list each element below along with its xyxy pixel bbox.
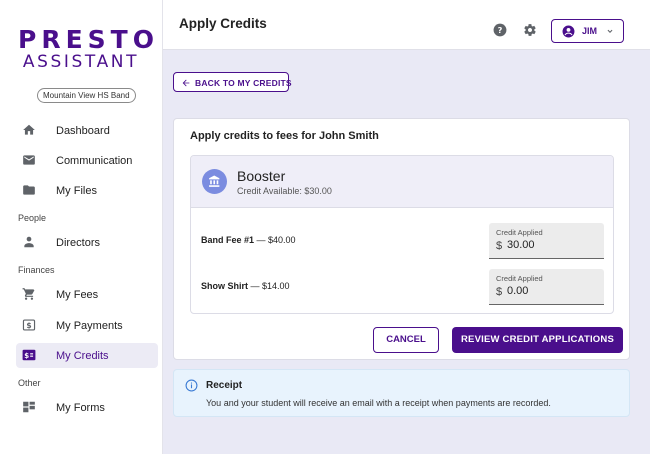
sidebar-item-dashboard[interactable]: Dashboard bbox=[16, 118, 158, 143]
fee-row: Band Fee #1 — $40.00 Credit Applied $ 30… bbox=[191, 223, 613, 263]
user-menu-button[interactable]: JIM bbox=[551, 19, 624, 43]
gear-icon[interactable] bbox=[523, 23, 537, 37]
credit-source-panel: Booster Credit Available: $30.00 Band Fe… bbox=[190, 155, 614, 314]
chevron-down-icon bbox=[607, 29, 613, 33]
bank-avatar bbox=[202, 169, 227, 194]
section-label-finances: Finances bbox=[18, 265, 55, 275]
sidebar-item-my-forms[interactable]: My Forms bbox=[16, 395, 158, 420]
credit-icon: $ bbox=[22, 349, 36, 361]
sidebar-item-my-payments[interactable]: $ My Payments bbox=[16, 313, 158, 338]
forms-icon bbox=[23, 401, 35, 413]
fee-name: Band Fee #1 bbox=[201, 235, 255, 245]
user-name: JIM bbox=[582, 26, 598, 36]
sidebar-item-my-fees[interactable]: My Fees bbox=[16, 282, 158, 307]
field-label: Credit Applied bbox=[496, 228, 543, 237]
credit-source-name: Booster bbox=[237, 168, 286, 184]
folder-icon bbox=[23, 185, 35, 195]
credit-applied-field[interactable]: Credit Applied $ 30.00 bbox=[489, 223, 604, 259]
dollar-box-icon: $ bbox=[22, 319, 36, 331]
fee-row: Show Shirt — $14.00 Credit Applied $ 0.0… bbox=[191, 269, 613, 309]
info-icon bbox=[185, 379, 198, 392]
section-label-other: Other bbox=[18, 378, 41, 388]
sidebar-item-label: Directors bbox=[56, 236, 101, 249]
logo-bottom: ASSISTANT bbox=[22, 52, 140, 72]
receipt-notice: Receipt You and your student will receiv… bbox=[173, 369, 630, 417]
fee-amount: — $14.00 bbox=[248, 281, 290, 291]
receipt-title: Receipt bbox=[206, 380, 243, 391]
fee-label: Show Shirt — $14.00 bbox=[201, 281, 290, 291]
credit-source-header: Booster Credit Available: $30.00 bbox=[191, 156, 613, 208]
fee-label: Band Fee #1 — $40.00 bbox=[201, 235, 296, 245]
sidebar-item-label: My Forms bbox=[56, 401, 105, 414]
org-chip[interactable]: Mountain View HS Band bbox=[37, 88, 136, 103]
svg-text:$: $ bbox=[24, 352, 29, 360]
bank-icon bbox=[209, 175, 220, 187]
back-button-label: BACK TO MY CREDITS bbox=[195, 78, 292, 88]
sidebar-item-communication[interactable]: Communication bbox=[16, 148, 158, 173]
arrow-left-icon bbox=[182, 79, 190, 87]
sidebar-item-label: My Fees bbox=[56, 288, 99, 301]
sidebar-item-label: Communication bbox=[56, 154, 133, 167]
fee-amount: — $40.00 bbox=[254, 235, 296, 245]
cancel-button[interactable]: CANCEL bbox=[373, 327, 439, 353]
card-title: Apply credits to fees for John Smith bbox=[190, 130, 379, 142]
currency-prefix: $ bbox=[496, 286, 503, 298]
sidebar-item-label: Dashboard bbox=[56, 124, 110, 137]
credit-applied-value[interactable]: 30.00 bbox=[507, 239, 535, 251]
field-label: Credit Applied bbox=[496, 274, 543, 283]
cart-icon bbox=[22, 288, 35, 300]
top-bar: Apply Credits ? JIM bbox=[163, 0, 650, 50]
logo-top: PRESTO bbox=[18, 25, 159, 54]
svg-text:?: ? bbox=[498, 25, 503, 35]
review-credit-applications-button[interactable]: REVIEW CREDIT APPLICATIONS bbox=[452, 327, 623, 353]
help-icon[interactable]: ? bbox=[493, 23, 507, 37]
fee-name: Show Shirt bbox=[201, 281, 248, 291]
credit-available: Credit Available: $30.00 bbox=[237, 186, 332, 196]
sidebar-item-directors[interactable]: Directors bbox=[16, 230, 158, 255]
sidebar-item-my-files[interactable]: My Files bbox=[16, 178, 158, 203]
apply-credits-card: Apply credits to fees for John Smith Boo… bbox=[173, 118, 630, 360]
sidebar-item-my-credits[interactable]: $ My Credits bbox=[16, 343, 158, 368]
credit-applied-field[interactable]: Credit Applied $ 0.00 bbox=[489, 269, 604, 305]
sidebar: PRESTO ASSISTANT Mountain View HS Band D… bbox=[0, 0, 163, 454]
sidebar-item-label: My Files bbox=[56, 184, 97, 197]
svg-text:$: $ bbox=[26, 321, 31, 330]
page-title: Apply Credits bbox=[179, 16, 267, 31]
currency-prefix: $ bbox=[496, 240, 503, 252]
section-label-people: People bbox=[18, 213, 47, 223]
person-icon bbox=[24, 236, 34, 248]
mail-icon bbox=[23, 155, 35, 165]
account-icon bbox=[562, 25, 575, 38]
home-icon bbox=[23, 124, 35, 135]
credit-applied-value[interactable]: 0.00 bbox=[507, 285, 528, 297]
sidebar-item-label: My Payments bbox=[56, 319, 123, 332]
logo: PRESTO ASSISTANT bbox=[18, 25, 159, 72]
app-root: PRESTO ASSISTANT Mountain View HS Band D… bbox=[0, 0, 650, 454]
receipt-text: You and your student will receive an ema… bbox=[206, 398, 551, 408]
back-to-credits-button[interactable]: BACK TO MY CREDITS bbox=[173, 72, 292, 92]
sidebar-item-label: My Credits bbox=[56, 349, 109, 362]
